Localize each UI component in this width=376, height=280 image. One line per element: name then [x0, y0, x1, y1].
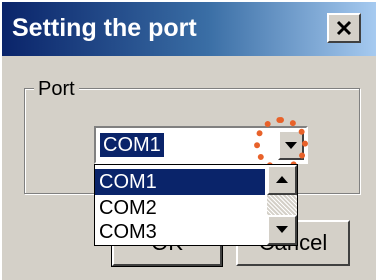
port-option-com1[interactable]: COM1 [95, 169, 265, 195]
dialog-window: Setting the port Port COM1 OK Cancel COM… [0, 0, 376, 280]
port-combobox-value: COM1 [99, 132, 165, 158]
title-bar[interactable]: Setting the port [2, 2, 376, 56]
scroll-track[interactable] [267, 195, 297, 215]
scroll-down-button[interactable] [267, 215, 297, 245]
dropdown-highlight-ring [254, 117, 308, 171]
port-dropdown-list[interactable]: COM1 COM2 COM3 [94, 164, 298, 246]
port-group-label: Port [34, 78, 79, 101]
port-option-com3[interactable]: COM3 [95, 219, 265, 245]
close-button[interactable] [327, 13, 361, 43]
close-icon [336, 20, 352, 36]
dialog-title: Setting the port [12, 14, 197, 42]
scroll-down-arrow-icon [276, 226, 288, 233]
scroll-up-button[interactable] [267, 165, 297, 195]
dropdown-scrollbar[interactable] [267, 165, 297, 245]
scroll-up-arrow-icon [276, 176, 288, 183]
port-option-com2[interactable]: COM2 [95, 195, 265, 221]
